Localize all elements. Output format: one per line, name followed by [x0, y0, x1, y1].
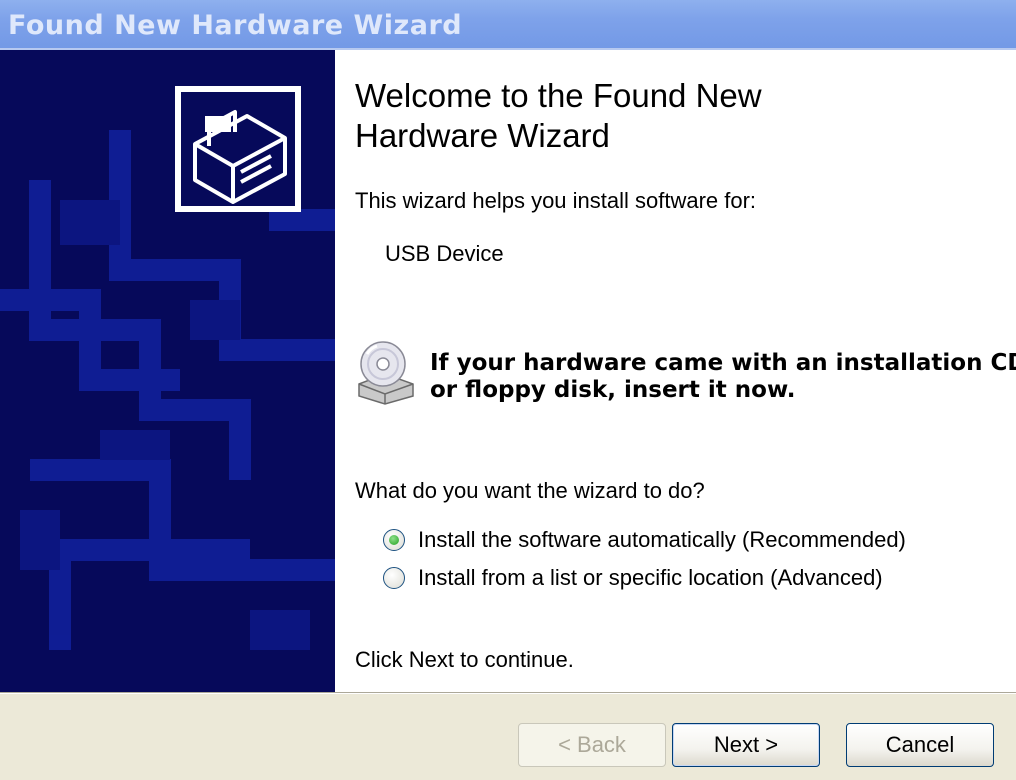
button-bar-divider: [0, 692, 1016, 694]
wizard-sidebar-banner: [0, 50, 335, 692]
radio-button-unselected[interactable]: [383, 567, 405, 589]
page-title-line1: Welcome to the Found New: [355, 77, 762, 114]
page-title: Welcome to the Found New Hardware Wizard: [355, 76, 762, 156]
wizard-content: Welcome to the Found New Hardware Wizard…: [335, 50, 1016, 692]
page-title-line2: Hardware Wizard: [355, 117, 610, 154]
next-button-label: Next >: [713, 732, 779, 757]
option-label: Install from a list or specific location…: [418, 565, 883, 590]
insert-cd-prompt-line1: If your hardware came with an installati…: [430, 350, 1016, 376]
hardware-box-icon: [175, 86, 301, 212]
title-bar[interactable]: Found New Hardware Wizard: [0, 0, 1016, 50]
cd-drive-icon: [355, 340, 415, 406]
window-title: Found New Hardware Wizard: [8, 10, 463, 41]
option-label: Install the software automatically (Reco…: [418, 527, 906, 552]
option-install-from-list[interactable]: Install from a list or specific location…: [383, 563, 883, 593]
insert-cd-prompt-line2: or floppy disk, insert it now.: [430, 377, 796, 403]
radio-button-selected[interactable]: [383, 529, 405, 551]
cancel-button[interactable]: Cancel: [846, 723, 994, 767]
back-button-label: < Back: [558, 732, 626, 757]
device-name: USB Device: [385, 241, 504, 266]
continue-hint: Click Next to continue.: [355, 647, 574, 672]
back-button[interactable]: < Back: [518, 723, 666, 767]
insert-cd-prompt: If your hardware came with an installati…: [430, 350, 1016, 404]
cancel-button-label: Cancel: [885, 732, 955, 757]
wizard-question: What do you want the wizard to do?: [355, 478, 705, 503]
option-install-automatically[interactable]: Install the software automatically (Reco…: [383, 525, 906, 555]
intro-text: This wizard helps you install software f…: [355, 188, 757, 213]
next-button[interactable]: Next >: [672, 723, 820, 767]
